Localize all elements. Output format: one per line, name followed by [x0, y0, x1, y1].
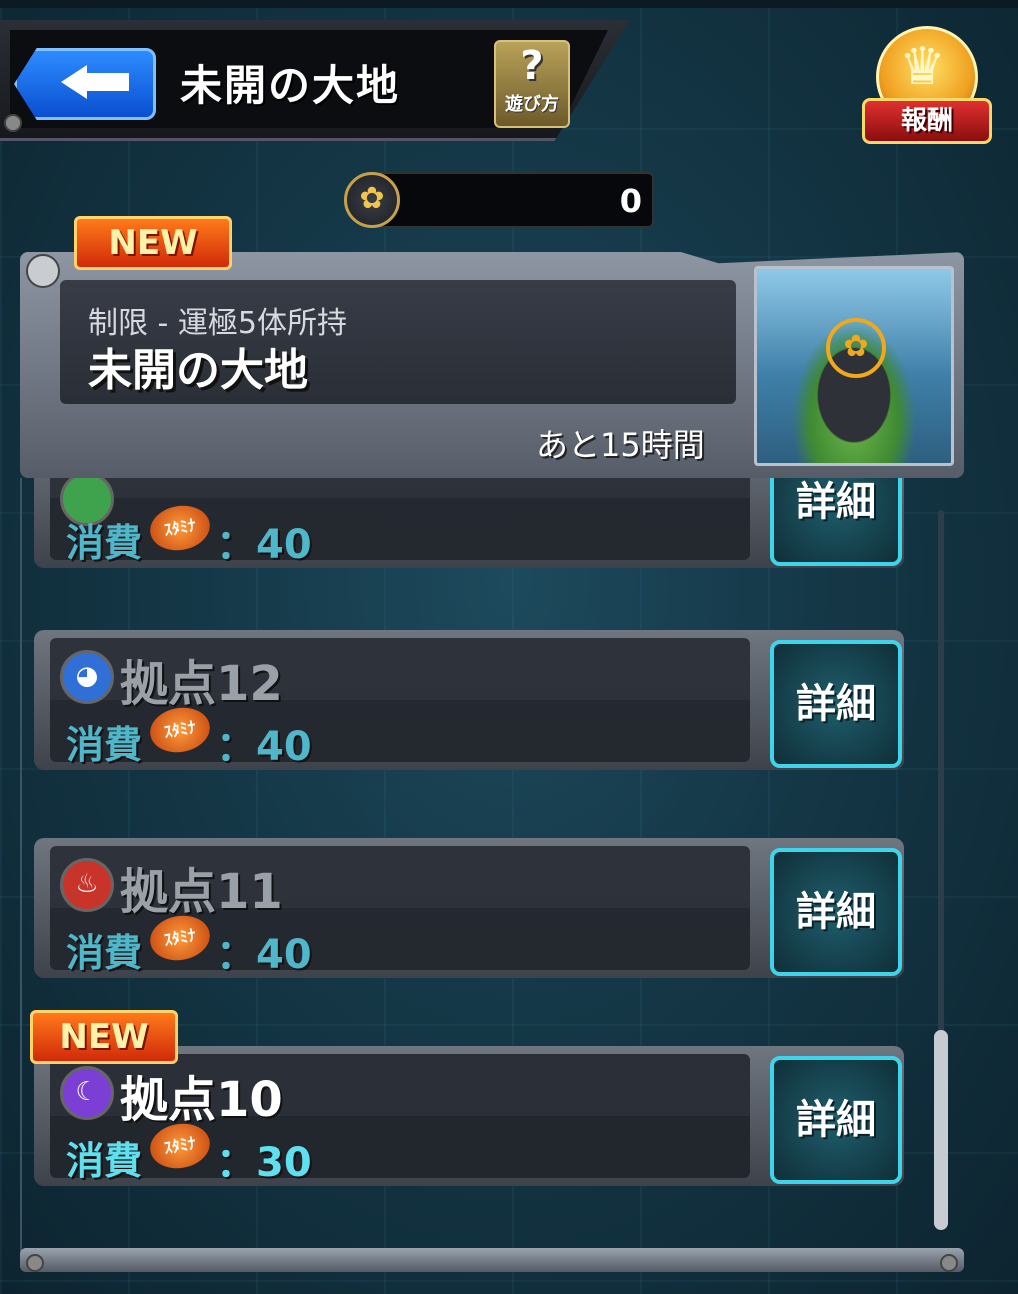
new-badge: NEW	[30, 1010, 178, 1064]
water-icon: ◕	[60, 650, 114, 704]
top-strip	[0, 0, 1018, 8]
lotus-emblem-icon: ✿	[826, 318, 886, 378]
cost-label: 消費	[66, 521, 143, 565]
new-badge: NEW	[74, 216, 232, 270]
question-icon: ?	[520, 43, 544, 89]
back-arrow-icon	[61, 65, 87, 99]
bolt-icon	[4, 114, 22, 132]
help-label: 遊び方	[505, 94, 559, 115]
help-button[interactable]: ? 遊び方	[494, 40, 570, 128]
list-frame	[20, 478, 22, 1268]
detail-button[interactable]: 詳細	[770, 848, 902, 976]
bolt-icon	[26, 1254, 44, 1272]
stage-name: 拠点11	[120, 864, 283, 920]
bolt-icon	[940, 1254, 958, 1272]
reward-label: 報酬	[862, 98, 992, 144]
stage-name: 拠点10	[120, 1072, 283, 1128]
reward-button[interactable]: 報酬	[862, 20, 992, 144]
cost-value: ：40	[216, 724, 312, 770]
bolt-icon	[26, 254, 60, 288]
cost-label: 消費	[66, 1139, 143, 1183]
list-bottom-frame	[20, 1248, 964, 1272]
counter-value: 0	[619, 182, 642, 220]
time-remaining: あと15時間	[536, 426, 705, 464]
lotus-counter: 0	[368, 172, 654, 228]
lotus-icon: ✿	[344, 172, 400, 228]
scrollbar-thumb[interactable]	[934, 1030, 948, 1230]
fire-icon: ♨	[60, 858, 114, 912]
cost-value: ：40	[216, 522, 312, 568]
detail-button[interactable]: 詳細	[770, 1056, 902, 1184]
page-title: 未開の大地	[180, 61, 401, 110]
back-button[interactable]	[14, 48, 156, 120]
cost-value: ：40	[216, 932, 312, 978]
list-item[interactable]: ☾ 拠点10 消費 ｽﾀﾐﾅ ：30 詳細	[34, 1046, 904, 1186]
cost-value: ：30	[216, 1140, 312, 1186]
list-item[interactable]: ◕ 拠点12 消費 ｽﾀﾐﾅ ：40 詳細	[34, 630, 904, 770]
detail-button[interactable]: 詳細	[770, 640, 902, 768]
stage-name: 拠点12	[120, 656, 283, 712]
list-item[interactable]: ♨ 拠点11 消費 ｽﾀﾐﾅ ：40 詳細	[34, 838, 904, 978]
cost-label: 消費	[66, 723, 143, 767]
cost-label: 消費	[66, 931, 143, 975]
dark-icon: ☾	[60, 1066, 114, 1120]
featured-title: 未開の大地	[88, 345, 308, 396]
back-arrow-bar	[85, 73, 129, 91]
